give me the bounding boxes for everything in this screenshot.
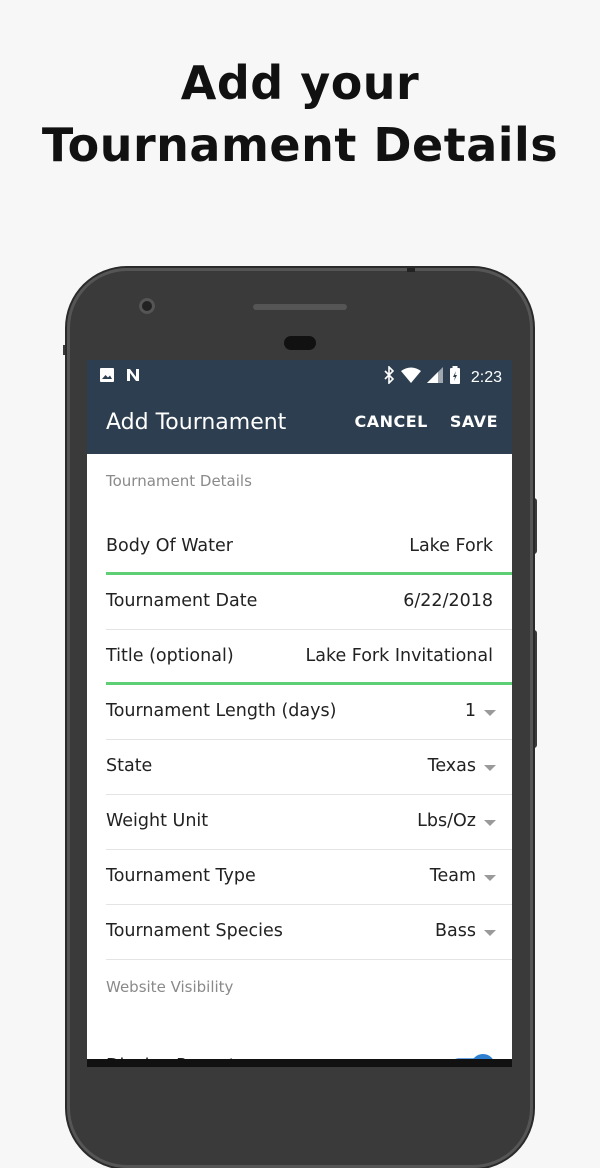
battery-icon (449, 366, 461, 389)
field-label: Weight Unit (106, 811, 209, 831)
field-label: Title (optional) (106, 646, 234, 666)
tournament-type-select[interactable]: Tournament Type Team (106, 850, 512, 905)
field-label: Tournament Length (days) (106, 701, 337, 721)
signal-icon (426, 367, 443, 388)
field-value: Team (429, 866, 476, 886)
bluetooth-icon (383, 365, 395, 389)
section-tournament-details: Tournament Details (106, 472, 252, 490)
field-value: Lbs/Oz (417, 811, 476, 831)
proximity-sensor (284, 336, 316, 350)
phone-top-bezel (67, 268, 533, 362)
headline-line2: Tournament Details (41, 118, 559, 172)
cancel-button[interactable]: CANCEL (354, 412, 427, 431)
tournament-species-select[interactable]: Tournament Species Bass (106, 905, 512, 960)
title-field[interactable]: Title (optional) Lake Fork Invitational (106, 630, 512, 685)
top-notch (407, 268, 415, 272)
save-button[interactable]: SAVE (450, 412, 498, 431)
body-of-water-field[interactable]: Body Of Water Lake Fork (106, 520, 512, 575)
front-camera (139, 298, 155, 314)
field-label: Tournament Species (106, 921, 283, 941)
headline-line1: Add your (180, 56, 420, 110)
page-title: Add Tournament (106, 410, 287, 435)
section-website-visibility: Website Visibility (106, 978, 234, 996)
state-select[interactable]: State Texas (106, 740, 512, 795)
field-value: Lake Fork (409, 536, 493, 556)
field-label: Body Of Water (106, 536, 233, 556)
tournament-length-select[interactable]: Tournament Length (days) 1 (106, 685, 512, 740)
caret-down-icon (484, 820, 496, 826)
field-value: 6/22/2018 (403, 591, 493, 611)
field-value: Lake Fork Invitational (305, 646, 493, 666)
image-icon (99, 367, 115, 388)
nav-bar-edge (87, 1059, 512, 1067)
caret-down-icon (484, 765, 496, 771)
field-label: State (106, 756, 153, 776)
status-bar: 2:23 (87, 360, 512, 392)
n-icon (125, 367, 141, 388)
headline: Add your Tournament Details (0, 52, 600, 176)
phone-screen: 2:23 Add Tournament CANCEL SAVE Tourname… (87, 360, 512, 1067)
caret-down-icon (484, 875, 496, 881)
status-time: 2:23 (470, 368, 502, 386)
earpiece-speaker (253, 304, 347, 310)
field-label: Tournament Type (106, 866, 256, 886)
caret-down-icon (484, 930, 496, 936)
field-label: Tournament Date (106, 591, 258, 611)
field-value: 1 (464, 701, 476, 721)
field-value: Texas (427, 756, 476, 776)
app-bar: Add Tournament CANCEL SAVE (87, 392, 512, 454)
caret-down-icon (484, 710, 496, 716)
tournament-date-field[interactable]: Tournament Date 6/22/2018 (106, 575, 512, 630)
weight-unit-select[interactable]: Weight Unit Lbs/Oz (106, 795, 512, 850)
field-value: Bass (435, 921, 476, 941)
wifi-icon (400, 367, 421, 388)
